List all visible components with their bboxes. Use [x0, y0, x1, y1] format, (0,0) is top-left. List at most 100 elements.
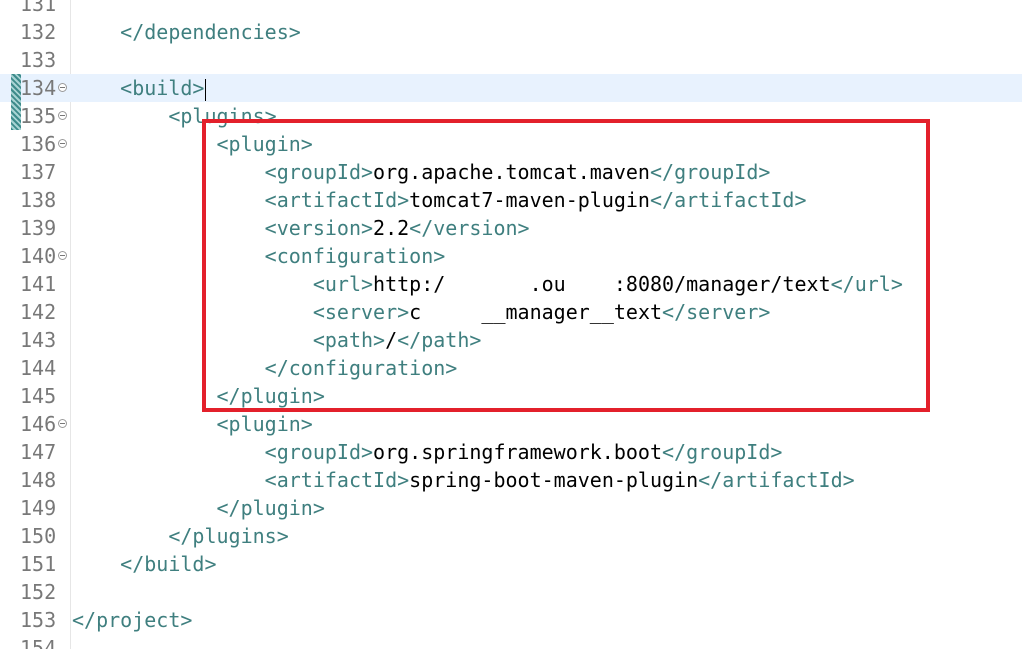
code-text[interactable]: <artifactId>tomcat7-maven-plugin</artifa… — [72, 186, 807, 214]
code-text[interactable]: <server>c __manager__text</server> — [72, 298, 770, 326]
code-text[interactable]: <build> — [72, 74, 207, 102]
code-text[interactable]: <plugin> — [72, 410, 313, 438]
code-text[interactable]: <plugin> — [72, 130, 313, 158]
redacted-text — [421, 298, 482, 326]
code-line[interactable]: 137 <groupId>org.apache.tomcat.maven</gr… — [0, 158, 1022, 186]
code-line[interactable]: 131 — [0, 0, 1022, 18]
code-text[interactable]: </plugin> — [72, 382, 325, 410]
fold-toggle-icon[interactable] — [58, 111, 67, 120]
code-text[interactable]: <url>http:/ .ou :8080/manager/text</url> — [72, 270, 903, 298]
code-line[interactable]: 139 <version>2.2</version> — [0, 214, 1022, 242]
code-line[interactable]: 134 <build> — [0, 74, 1022, 102]
xml-tag: <server> — [312, 300, 410, 324]
code-line[interactable]: 154 — [0, 634, 1022, 649]
fold-toggle-icon[interactable] — [58, 83, 67, 92]
line-number: 146 — [20, 412, 57, 436]
line-number: 154 — [20, 636, 57, 649]
line-number: 135 — [20, 104, 57, 128]
code-line[interactable]: 133 — [0, 46, 1022, 74]
code-text[interactable]: </configuration> — [72, 354, 458, 382]
line-number: 149 — [20, 496, 57, 520]
code-line[interactable]: 132 </dependencies> — [0, 18, 1022, 46]
line-number: 133 — [20, 48, 57, 72]
xml-tag: </groupId> — [662, 440, 783, 464]
xml-tag: </path> — [397, 328, 482, 352]
code-text[interactable]: <artifactId>spring-boot-maven-plugin</ar… — [72, 466, 855, 494]
code-line[interactable]: 142 <server>c __manager__text</server> — [0, 298, 1022, 326]
code-line[interactable]: 153 </project> — [0, 606, 1022, 634]
code-line[interactable]: 145 </plugin> — [0, 382, 1022, 410]
code-text[interactable]: <plugins> — [72, 102, 277, 130]
code-editor[interactable]: 131 132 </dependencies> 133 134 <build> 135 … — [0, 0, 1022, 649]
code-line[interactable]: 150 </plugins> — [0, 522, 1022, 550]
line-number: 134 — [20, 76, 57, 100]
code-line[interactable]: 152 — [0, 578, 1022, 606]
xml-text: http:/ — [373, 272, 446, 296]
code-text[interactable]: <configuration> — [72, 242, 446, 270]
code-line[interactable]: 141 <url>http:/ .ou :8080/manager/text</… — [0, 270, 1022, 298]
redacted-text — [445, 270, 530, 298]
xml-tag: </groupId> — [649, 160, 771, 184]
fold-toggle-icon[interactable] — [58, 139, 67, 148]
line-number: 138 — [20, 188, 57, 212]
xml-text: spring-boot-maven-plugin — [409, 468, 699, 492]
xml-tag: </url> — [830, 272, 903, 296]
code-text[interactable]: </project> — [72, 606, 192, 634]
xml-tag: </artifactId> — [649, 188, 807, 212]
code-line[interactable]: 144 </configuration> — [0, 354, 1022, 382]
line-number: 139 — [20, 216, 57, 240]
code-line[interactable]: 151 </build> — [0, 550, 1022, 578]
fold-toggle-icon[interactable] — [58, 419, 67, 428]
xml-tag: <plugins> — [168, 104, 277, 128]
code-line[interactable]: 148 <artifactId>spring-boot-maven-plugin… — [0, 466, 1022, 494]
xml-text: org.apache.tomcat.maven — [373, 160, 650, 184]
code-text[interactable]: <path>/</path> — [72, 326, 482, 354]
line-number: 143 — [20, 328, 57, 352]
code-text[interactable]: <groupId>org.springframework.boot</group… — [72, 438, 783, 466]
xml-tag: </build> — [120, 552, 217, 576]
code-line[interactable]: 149 </plugin> — [0, 494, 1022, 522]
line-number: 141 — [20, 272, 57, 296]
code-line[interactable]: 143 <path>/</path> — [0, 326, 1022, 354]
code-text[interactable]: <groupId>org.apache.tomcat.maven</groupI… — [72, 158, 771, 186]
xml-tag: <url> — [312, 272, 374, 296]
line-number: 151 — [20, 552, 57, 576]
code-line[interactable]: 138 <artifactId>tomcat7-maven-plugin</ar… — [0, 186, 1022, 214]
line-number: 145 — [20, 384, 57, 408]
code-text[interactable]: <version>2.2</version> — [72, 214, 530, 242]
line-number: 152 — [20, 580, 57, 604]
code-line[interactable]: 146 <plugin> — [0, 410, 1022, 438]
xml-tag: <groupId> — [264, 440, 374, 464]
code-text[interactable]: </build> — [72, 550, 217, 578]
line-number: 136 — [20, 132, 57, 156]
code-text[interactable]: </plugins> — [72, 522, 288, 550]
code-line[interactable]: 140 <configuration> — [0, 242, 1022, 270]
xml-tag: </artifactId> — [698, 468, 855, 492]
xml-tag: <configuration> — [264, 244, 446, 268]
code-text[interactable]: </plugin> — [72, 494, 325, 522]
xml-text: c — [409, 300, 422, 324]
xml-tag: <path> — [312, 328, 386, 352]
xml-tag: <artifactId> — [264, 468, 410, 492]
xml-tag: </plugin> — [216, 496, 325, 520]
fold-toggle-icon[interactable] — [58, 251, 67, 260]
code-line[interactable]: 147 <groupId>org.springframework.boot</g… — [0, 438, 1022, 466]
xml-text: 2.2 — [373, 216, 410, 240]
code-line[interactable]: 135 <plugins> — [0, 102, 1022, 130]
code-text[interactable]: </dependencies> — [72, 18, 301, 46]
code-line[interactable]: 136 <plugin> — [0, 130, 1022, 158]
xml-tag: </configuration> — [264, 356, 458, 380]
line-number: 153 — [20, 608, 57, 632]
xml-tag: <groupId> — [264, 160, 374, 184]
